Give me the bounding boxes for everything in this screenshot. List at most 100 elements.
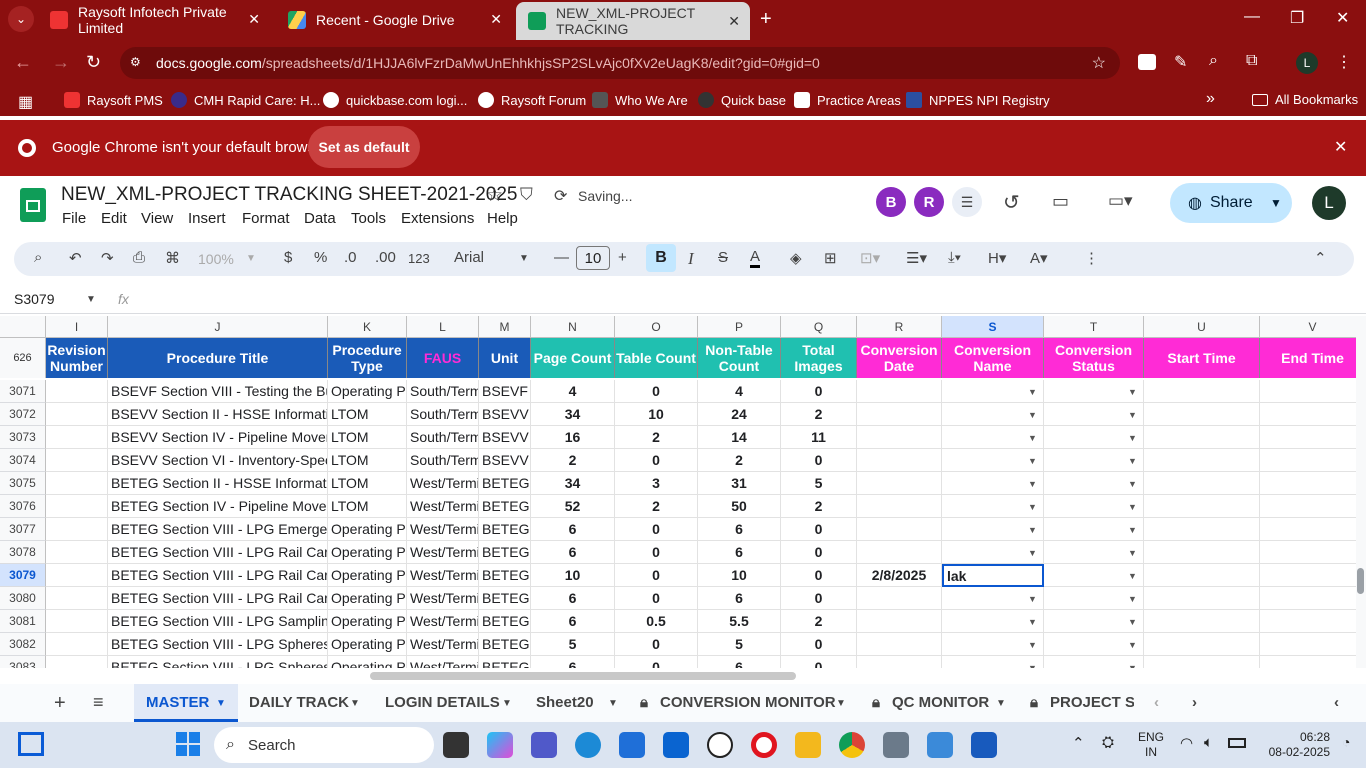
- bookmark-raysoft-forum[interactable]: Raysoft Forum: [478, 92, 586, 108]
- table-cell[interactable]: BSEVV: [479, 449, 531, 472]
- table-cell[interactable]: West/Termi: [407, 495, 479, 518]
- column-header-q[interactable]: Q: [781, 316, 857, 338]
- dropdown-chevron-icon[interactable]: ▼: [1028, 410, 1037, 420]
- table-cell[interactable]: West/Termi: [407, 633, 479, 656]
- table-cell[interactable]: West/Termi: [407, 564, 479, 587]
- scroll-tabs-right-icon[interactable]: ›: [1192, 694, 1197, 711]
- menu-view[interactable]: View: [141, 210, 173, 227]
- dropdown-chevron-icon[interactable]: ▼: [1028, 502, 1037, 512]
- dropdown-chevron-icon[interactable]: ▼: [1128, 387, 1137, 397]
- table-cell[interactable]: 10: [615, 403, 698, 426]
- opera-icon[interactable]: [751, 732, 777, 758]
- dropdown-chevron-icon[interactable]: ▼: [1028, 479, 1037, 489]
- table-cell[interactable]: [46, 656, 108, 668]
- table-cell[interactable]: [1144, 380, 1260, 403]
- column-header-k[interactable]: K: [328, 316, 407, 338]
- word-icon[interactable]: [971, 732, 997, 758]
- table-cell[interactable]: BETEG Section VIII - LPG Rail Car Loa: [108, 564, 328, 587]
- dropdown-chevron-icon[interactable]: ▼: [1128, 594, 1137, 604]
- tab-close-icon[interactable]: ✕: [248, 11, 260, 28]
- header-conversion-date[interactable]: Conversion Date: [857, 338, 942, 378]
- column-header-j[interactable]: J: [108, 316, 328, 338]
- table-cell[interactable]: [1144, 449, 1260, 472]
- table-cell[interactable]: 0.5: [615, 610, 698, 633]
- table-cell[interactable]: 34: [531, 472, 615, 495]
- column-header-v[interactable]: V: [1260, 316, 1356, 338]
- font-size-decrease-icon[interactable]: —: [554, 249, 569, 266]
- dropdown-chevron-icon[interactable]: ▼: [1028, 433, 1037, 443]
- table-cell[interactable]: BSEVV: [479, 426, 531, 449]
- row-header[interactable]: 3083: [0, 656, 46, 668]
- header-revision-number[interactable]: Revision Number: [46, 338, 108, 378]
- table-cell[interactable]: BETEG: [479, 656, 531, 668]
- battery-icon[interactable]: [1228, 738, 1246, 748]
- table-cell[interactable]: [46, 495, 108, 518]
- sheet-tab-conversion-monitor[interactable]: CONVERSION MONITOR: [660, 694, 836, 711]
- language-indicator[interactable]: ENG IN: [1138, 730, 1164, 760]
- tab-search-chevron-icon[interactable]: ⌄: [8, 6, 34, 32]
- table-cell[interactable]: [1260, 656, 1356, 668]
- fill-color-icon[interactable]: ◈: [790, 249, 802, 267]
- dropdown-chevron-icon[interactable]: ▼: [1128, 456, 1137, 466]
- table-cell[interactable]: 0: [781, 587, 857, 610]
- font-size-increase-icon[interactable]: +: [618, 249, 627, 266]
- table-cell[interactable]: 2: [615, 426, 698, 449]
- currency-format-button[interactable]: $: [284, 249, 292, 266]
- menu-help[interactable]: Help: [487, 210, 518, 227]
- header-total-images[interactable]: Total Images: [781, 338, 857, 378]
- sheet-tab-qc-monitor[interactable]: QC MONITOR: [892, 694, 989, 711]
- table-cell[interactable]: BETEG: [479, 564, 531, 587]
- table-cell[interactable]: [46, 426, 108, 449]
- move-folder-icon[interactable]: ⛉: [520, 185, 533, 205]
- row-header[interactable]: 3071: [0, 380, 46, 403]
- row-header[interactable]: 3077: [0, 518, 46, 541]
- header-start-time[interactable]: Start Time: [1144, 338, 1260, 378]
- table-cell[interactable]: [857, 610, 942, 633]
- dropdown-chevron-icon[interactable]: ▼: [1128, 525, 1137, 535]
- new-tab-plus-icon[interactable]: +: [760, 8, 772, 31]
- row-header[interactable]: 3072: [0, 403, 46, 426]
- table-cell[interactable]: BETEG Section VIII - LPG Rail Car Loa: [108, 541, 328, 564]
- table-cell[interactable]: BETEG Section VIII - LPG Rail Car Unl: [108, 587, 328, 610]
- table-cell[interactable]: BSEVF: [479, 380, 531, 403]
- active-cell-editor[interactable]: lak: [942, 564, 1044, 587]
- dropdown-chevron-icon[interactable]: ▼: [1128, 548, 1137, 558]
- app-icon[interactable]: [883, 732, 909, 758]
- chrome-taskbar-icon[interactable]: [839, 732, 865, 758]
- mail-icon[interactable]: [663, 732, 689, 758]
- name-box[interactable]: S3079: [14, 291, 54, 307]
- table-cell[interactable]: 0: [615, 656, 698, 668]
- dropdown-chevron-icon[interactable]: ▼: [1028, 548, 1037, 558]
- table-cell[interactable]: 52: [531, 495, 615, 518]
- table-cell[interactable]: [1144, 541, 1260, 564]
- minimize-icon[interactable]: —: [1244, 8, 1260, 26]
- table-cell[interactable]: BETEG: [479, 541, 531, 564]
- select-all-corner[interactable]: [0, 316, 46, 338]
- table-cell[interactable]: 6: [531, 610, 615, 633]
- table-cell[interactable]: 4: [531, 380, 615, 403]
- font-select[interactable]: Arial: [454, 249, 484, 266]
- borders-icon[interactable]: ⊞: [824, 249, 837, 267]
- table-cell[interactable]: 11: [781, 426, 857, 449]
- table-cell[interactable]: [46, 587, 108, 610]
- header-end-time[interactable]: End Time: [1260, 338, 1356, 378]
- sheet-tab-chevron-icon[interactable]: ▼: [216, 698, 226, 709]
- table-cell[interactable]: [46, 564, 108, 587]
- table-cell[interactable]: 5: [531, 633, 615, 656]
- sheet-tab-chevron-icon[interactable]: ▼: [608, 698, 618, 709]
- dropdown-chevron-icon[interactable]: ▼: [1028, 525, 1037, 535]
- increase-decimal-button[interactable]: .00: [375, 249, 396, 266]
- table-cell[interactable]: [1144, 518, 1260, 541]
- table-cell[interactable]: Operating Pr: [328, 380, 407, 403]
- bookmark-quick-base[interactable]: Quick base: [698, 92, 786, 108]
- sheet-tab-chevron-icon[interactable]: ▼: [996, 698, 1006, 709]
- table-cell[interactable]: Operating Pr: [328, 518, 407, 541]
- table-cell[interactable]: BETEG: [479, 587, 531, 610]
- table-cell[interactable]: 6: [698, 518, 781, 541]
- table-cell[interactable]: BSEVV: [479, 403, 531, 426]
- table-cell[interactable]: Operating Pr: [328, 656, 407, 668]
- table-cell[interactable]: Operating Pr: [328, 610, 407, 633]
- vertical-align-icon[interactable]: ⤓▾: [948, 249, 961, 266]
- table-cell[interactable]: 2: [781, 610, 857, 633]
- dropdown-chevron-icon[interactable]: ▼: [1028, 387, 1037, 397]
